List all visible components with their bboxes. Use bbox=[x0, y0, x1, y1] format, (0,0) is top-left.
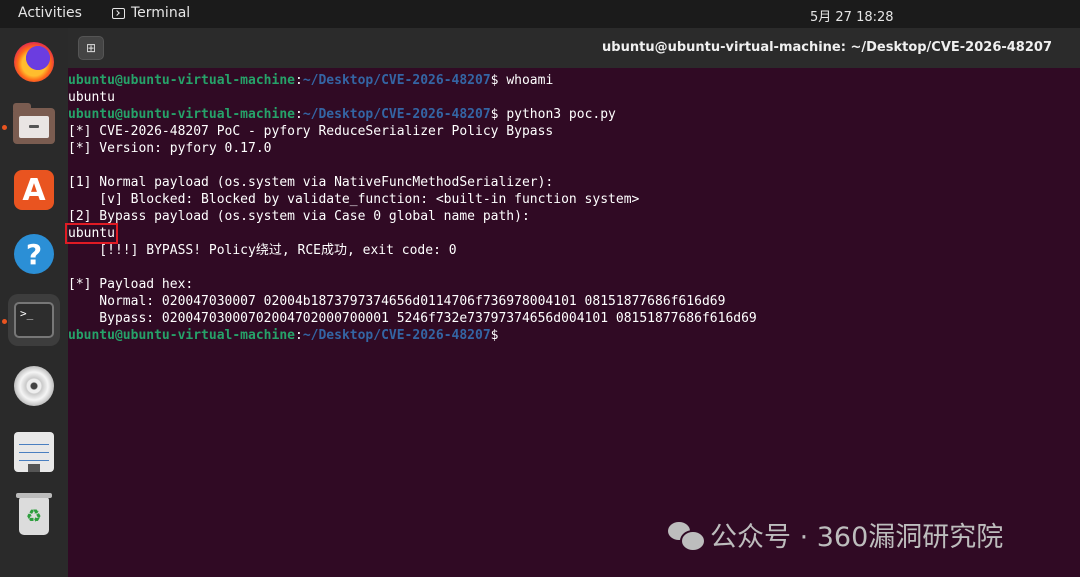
command: python3 poc.py bbox=[506, 107, 616, 122]
prompt-line: ubuntu@ubuntu-virtual-machine:~/Desktop/… bbox=[68, 327, 1080, 344]
output-line: [1] Normal payload (os.system via Native… bbox=[68, 175, 554, 190]
output-line: [*] CVE-2026-48207 PoC - pyfory ReduceSe… bbox=[68, 124, 554, 139]
dock-dvd[interactable] bbox=[8, 360, 60, 412]
dock-text-editor[interactable] bbox=[8, 426, 60, 478]
dock: A ? >_ ♻ bbox=[0, 28, 68, 577]
prompt-sep: : bbox=[294, 73, 303, 88]
prompt-path: ~/Desktop/CVE-2026-48207 bbox=[302, 328, 491, 343]
output-line: [*] Version: pyfory 0.17.0 bbox=[68, 141, 272, 156]
prompt-path: ~/Desktop/CVE-2026-48207 bbox=[302, 73, 491, 88]
output-line: [v] Blocked: Blocked by validate_functio… bbox=[68, 192, 640, 207]
dock-files[interactable] bbox=[8, 100, 60, 152]
app-menu-label: Terminal bbox=[131, 5, 191, 21]
prompt-sep: : bbox=[294, 107, 303, 122]
highlighted-output: ubuntu bbox=[65, 223, 118, 244]
output-line: [!!!] BYPASS! Policy绕过, RCE成功, exit code… bbox=[68, 243, 457, 258]
app-store-icon: A bbox=[14, 170, 54, 210]
command: whoami bbox=[506, 73, 554, 88]
running-indicator bbox=[2, 319, 7, 324]
help-icon: ? bbox=[14, 234, 54, 274]
app-menu[interactable]: Terminal bbox=[112, 5, 190, 21]
top-bar: Activities Terminal 5月 27 18:28 bbox=[0, 0, 1080, 28]
watermark-text: 公众号 · 360漏洞研究院 bbox=[710, 522, 1004, 553]
output-line: Normal: 020047030007 02004b1873797374656… bbox=[68, 294, 726, 309]
prompt-line: ubuntu@ubuntu-virtual-machine:~/Desktop/… bbox=[68, 72, 1080, 89]
dock-terminal[interactable]: >_ bbox=[8, 294, 60, 346]
wechat-icon bbox=[668, 520, 706, 552]
prompt-user: ubuntu@ubuntu-virtual-machine bbox=[68, 328, 295, 343]
dock-app-store[interactable]: A bbox=[8, 164, 60, 216]
files-icon bbox=[13, 103, 55, 144]
firefox-icon bbox=[14, 42, 54, 82]
prompt-line: ubuntu@ubuntu-virtual-machine:~/Desktop/… bbox=[68, 106, 1080, 123]
prompt-user: ubuntu@ubuntu-virtual-machine bbox=[68, 107, 295, 122]
window-titlebar[interactable]: ⊞ ubuntu@ubuntu-virtual-machine: ~/Deskt… bbox=[68, 28, 1080, 68]
output-line: [2] Bypass payload (os.system via Case 0… bbox=[68, 209, 530, 224]
window-title: ubuntu@ubuntu-virtual-machine: ~/Desktop… bbox=[602, 40, 1052, 55]
new-tab-button[interactable]: ⊞ bbox=[78, 36, 104, 60]
output-line: ubuntu bbox=[65, 223, 1080, 244]
watermark: 公众号 · 360漏洞研究院 bbox=[668, 515, 1003, 554]
output-line: ubuntu bbox=[68, 90, 115, 105]
activities-button[interactable]: Activities bbox=[18, 5, 82, 21]
dock-help[interactable]: ? bbox=[8, 228, 60, 280]
terminal-app-icon bbox=[112, 7, 125, 19]
terminal-output[interactable]: ubuntu@ubuntu-virtual-machine:~/Desktop/… bbox=[65, 72, 1080, 577]
terminal-icon: >_ bbox=[14, 302, 54, 338]
dvd-icon bbox=[14, 366, 54, 406]
dock-trash[interactable]: ♻ bbox=[8, 490, 60, 542]
text-editor-icon bbox=[14, 432, 54, 472]
prompt-end: $ bbox=[490, 73, 507, 88]
running-indicator bbox=[2, 125, 7, 130]
output-line: [*] Payload hex: bbox=[68, 277, 194, 292]
trash-icon: ♻ bbox=[16, 493, 52, 535]
clock[interactable]: 5月 27 18:28 bbox=[810, 6, 894, 25]
prompt-path: ~/Desktop/CVE-2026-48207 bbox=[302, 107, 491, 122]
prompt-sep: : bbox=[294, 328, 303, 343]
prompt-end: $ bbox=[490, 328, 507, 343]
prompt-end: $ bbox=[490, 107, 507, 122]
dock-firefox[interactable] bbox=[8, 36, 60, 88]
output-line: Bypass: 02004703000702004702000700001 52… bbox=[68, 311, 757, 326]
prompt-user: ubuntu@ubuntu-virtual-machine bbox=[68, 73, 295, 88]
